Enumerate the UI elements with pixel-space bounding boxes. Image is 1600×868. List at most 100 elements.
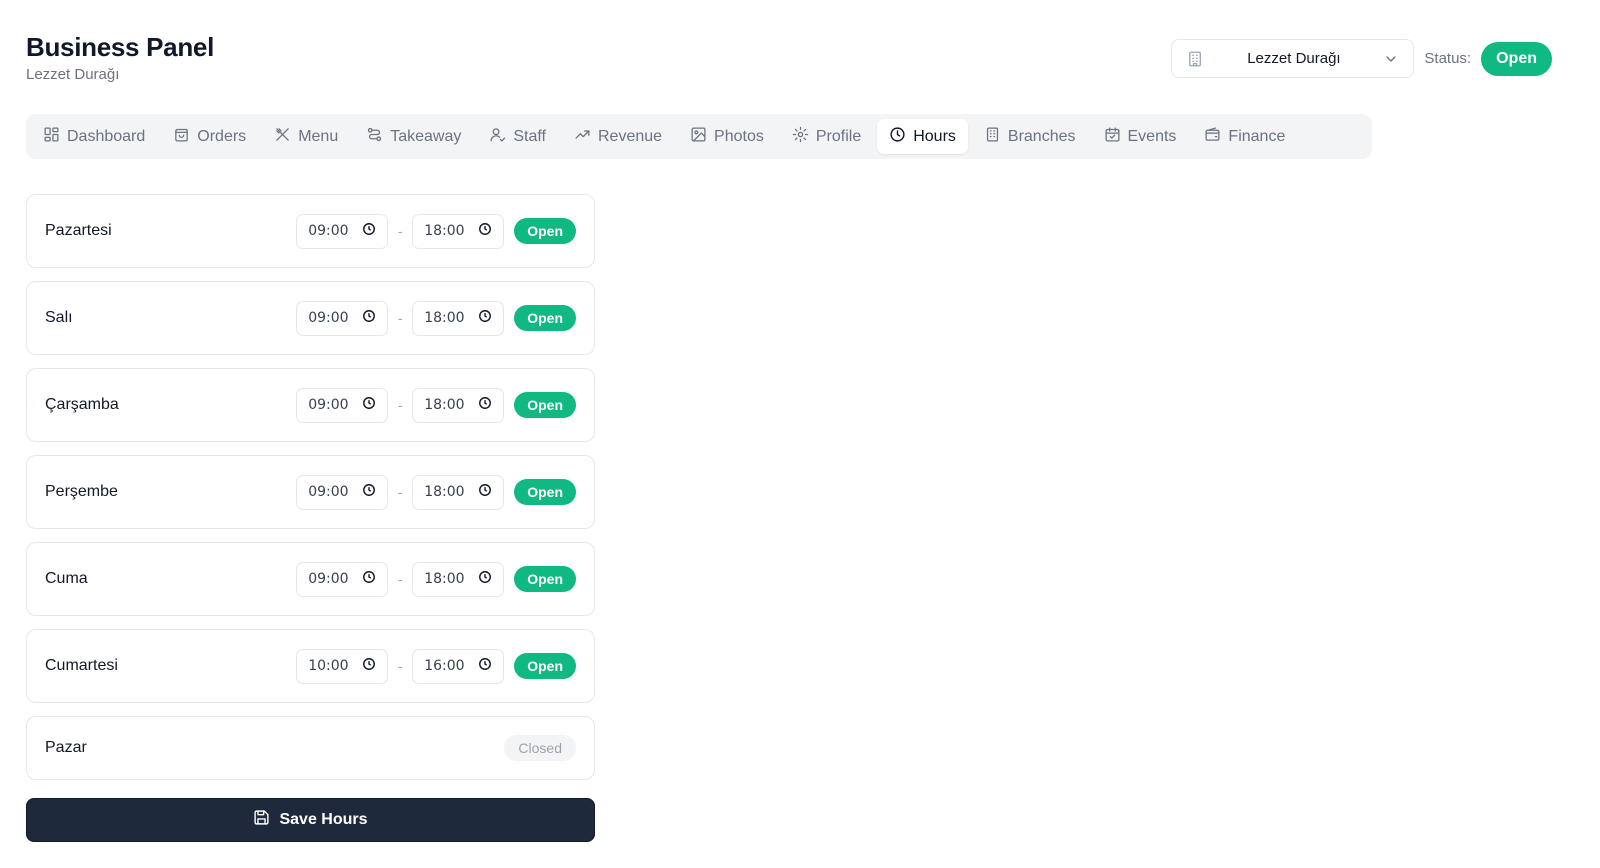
open-time-value: 09:00	[308, 223, 349, 239]
clock-icon	[478, 570, 492, 588]
day-row-thursday: Perşembe 09:00 - 18:00 Open	[26, 455, 595, 529]
day-row-saturday: Cumartesi 10:00 - 16:00 Open	[26, 629, 595, 703]
open-toggle[interactable]: Open	[514, 218, 576, 244]
tab-dashboard[interactable]: Dashboard	[31, 119, 157, 154]
day-row-tuesday: Salı 09:00 - 18:00 Open	[26, 281, 595, 355]
time-separator: -	[397, 397, 403, 413]
day-name: Çarşamba	[45, 396, 119, 413]
close-time-input[interactable]: 18:00	[412, 474, 505, 510]
status-label: Status:	[1424, 50, 1472, 67]
clock-icon	[478, 309, 492, 327]
day-name: Pazartesi	[45, 222, 112, 239]
time-separator: -	[397, 571, 403, 587]
open-time-input[interactable]: 09:00	[296, 213, 389, 249]
open-time-value: 10:00	[308, 658, 349, 674]
open-toggle[interactable]: Open	[514, 566, 576, 592]
open-time-input[interactable]: 09:00	[296, 561, 389, 597]
save-hours-button[interactable]: Save Hours	[26, 798, 595, 842]
open-toggle[interactable]: Open	[514, 305, 576, 331]
gear-icon	[792, 126, 809, 148]
open-toggle[interactable]: Open	[514, 392, 576, 418]
close-time-input[interactable]: 18:00	[412, 561, 505, 597]
tab-staff[interactable]: Staff	[477, 119, 558, 154]
close-time-input[interactable]: 16:00	[412, 648, 505, 684]
time-separator: -	[397, 310, 403, 326]
bag-icon	[173, 126, 190, 148]
close-time-value: 18:00	[424, 397, 465, 413]
open-time-input[interactable]: 09:00	[296, 300, 389, 336]
tab-label: Revenue	[598, 127, 663, 145]
day-name: Pazar	[45, 739, 87, 756]
branch-select-value: Lezzet Durağı	[1247, 50, 1341, 67]
time-separator: -	[397, 658, 403, 674]
clock-icon	[362, 396, 376, 414]
clock-icon	[362, 222, 376, 240]
clock-icon	[478, 657, 492, 675]
day-name: Cumartesi	[45, 657, 118, 674]
route-icon	[366, 126, 383, 148]
tab-label: Events	[1127, 127, 1177, 145]
page-title: Business Panel	[26, 32, 214, 62]
user-check-icon	[489, 126, 506, 148]
tab-label: Menu	[298, 127, 339, 145]
open-time-value: 09:00	[308, 484, 349, 500]
trending-up-icon	[574, 126, 591, 148]
close-time-value: 16:00	[424, 658, 465, 674]
open-toggle[interactable]: Open	[514, 479, 576, 505]
status-badge: Open	[1481, 41, 1552, 76]
image-icon	[690, 126, 707, 148]
page-subtitle: Lezzet Durağı	[26, 66, 120, 83]
utensils-icon	[274, 126, 291, 148]
chevron-down-icon	[1383, 51, 1399, 67]
tab-label: Hours	[913, 127, 956, 145]
open-time-input[interactable]: 09:00	[296, 474, 389, 510]
close-time-value: 18:00	[424, 484, 465, 500]
tab-orders[interactable]: Orders	[161, 119, 258, 154]
open-toggle[interactable]: Open	[514, 653, 576, 679]
clock-icon	[478, 396, 492, 414]
tab-photos[interactable]: Photos	[678, 119, 776, 154]
wallet-icon	[1204, 126, 1221, 148]
close-time-value: 18:00	[424, 310, 465, 326]
branch-select[interactable]: Lezzet Durağı	[1171, 39, 1415, 78]
save-button-label: Save Hours	[279, 811, 368, 828]
header-controls: Lezzet Durağı Status: Open	[1171, 39, 1552, 78]
tab-events[interactable]: Events	[1092, 119, 1189, 154]
time-separator: -	[397, 484, 403, 500]
building-icon	[984, 126, 1001, 148]
tab-branches[interactable]: Branches	[972, 119, 1088, 154]
open-time-value: 09:00	[308, 571, 349, 587]
clock-icon	[478, 222, 492, 240]
open-time-value: 09:00	[308, 397, 349, 413]
close-time-input[interactable]: 18:00	[412, 213, 505, 249]
close-time-value: 18:00	[424, 571, 465, 587]
day-row-monday: Pazartesi 09:00 - 18:00 Open	[26, 194, 595, 268]
tab-finance[interactable]: Finance	[1192, 119, 1297, 154]
closed-toggle[interactable]: Closed	[504, 735, 576, 761]
day-name: Salı	[45, 309, 73, 326]
close-time-value: 18:00	[424, 223, 465, 239]
grid-icon	[43, 126, 60, 148]
tab-takeaway[interactable]: Takeaway	[354, 119, 473, 154]
clock-icon	[362, 483, 376, 501]
tab-revenue[interactable]: Revenue	[562, 119, 674, 154]
open-time-input[interactable]: 09:00	[296, 387, 389, 423]
tab-label: Orders	[197, 127, 247, 145]
tab-label: Dashboard	[67, 127, 146, 145]
close-time-input[interactable]: 18:00	[412, 300, 505, 336]
open-time-value: 09:00	[308, 310, 349, 326]
day-name: Cuma	[45, 570, 88, 587]
close-time-input[interactable]: 18:00	[412, 387, 505, 423]
tab-hours[interactable]: Hours	[877, 119, 968, 154]
clock-icon	[889, 126, 906, 148]
open-time-input[interactable]: 10:00	[296, 648, 389, 684]
day-row-wednesday: Çarşamba 09:00 - 18:00 Open	[26, 368, 595, 442]
tab-label: Branches	[1007, 127, 1076, 145]
tab-profile[interactable]: Profile	[780, 119, 873, 154]
tab-menu[interactable]: Menu	[262, 119, 350, 154]
building-icon	[1186, 50, 1204, 68]
clock-icon	[362, 309, 376, 327]
tab-label: Profile	[815, 127, 862, 145]
tab-label: Takeaway	[390, 127, 462, 145]
clock-icon	[362, 657, 376, 675]
